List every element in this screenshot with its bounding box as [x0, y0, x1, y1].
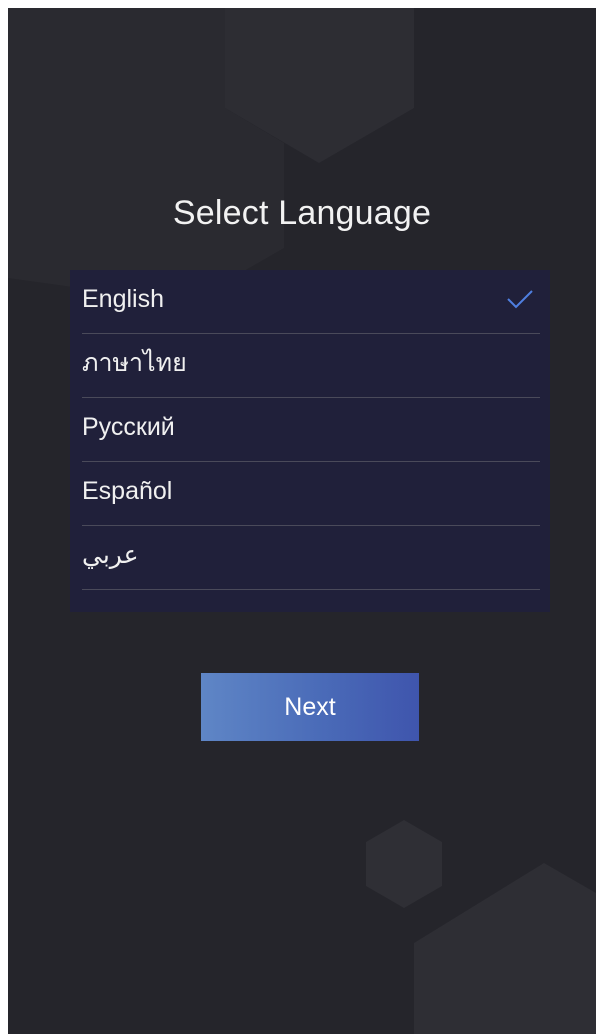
language-list: English ภาษาไทย Русский Español عربي [70, 270, 550, 612]
language-label: ภาษาไทย [82, 349, 187, 377]
app-screen: Select Language English ภาษาไทย Русский … [8, 8, 596, 1034]
background-hexagon-small [366, 820, 442, 908]
background-hexagon-bottom-right [414, 863, 596, 1034]
language-label: Español [82, 477, 173, 505]
language-option-arabic[interactable]: عربي [82, 526, 540, 590]
next-button[interactable]: Next [201, 673, 419, 741]
check-icon [507, 290, 533, 309]
language-label: English [82, 285, 164, 313]
page-title: Select Language [172, 194, 432, 232]
language-option-english[interactable]: English [82, 270, 540, 334]
language-option-thai[interactable]: ภาษาไทย [82, 334, 540, 398]
language-option-spanish[interactable]: Español [82, 462, 540, 526]
language-label: Русский [82, 413, 175, 441]
language-option-russian[interactable]: Русский [82, 398, 540, 462]
language-label: عربي [82, 541, 139, 569]
